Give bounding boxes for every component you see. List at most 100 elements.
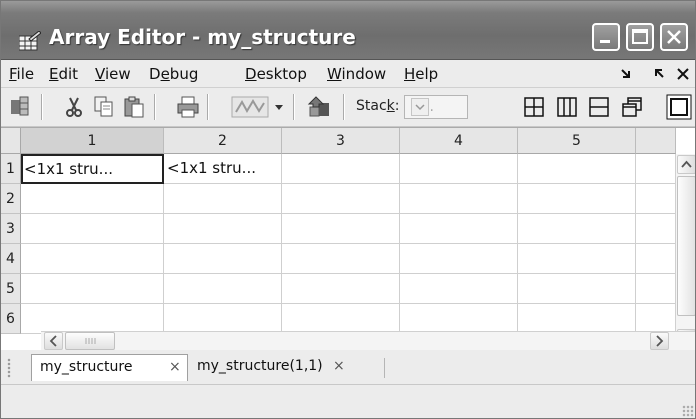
cell-3-1[interactable] bbox=[21, 214, 164, 244]
cell-6-6[interactable] bbox=[636, 304, 676, 334]
cell-4-1[interactable] bbox=[21, 244, 164, 274]
column-header-6[interactable] bbox=[636, 128, 676, 154]
menu-window[interactable]: Window bbox=[327, 65, 386, 83]
tab-separator bbox=[384, 358, 385, 378]
cell-1-4[interactable] bbox=[400, 154, 518, 184]
array-grid: 1 2 3 4 5 1 2 3 4 5 6 <1x1 stru... <1x1 … bbox=[1, 127, 695, 351]
title-bar[interactable]: Array Editor - my_structure bbox=[1, 1, 695, 60]
menu-desktop[interactable]: Desktop bbox=[245, 65, 307, 83]
up-one-level-icon[interactable] bbox=[307, 94, 333, 120]
cell-2-3[interactable] bbox=[282, 184, 400, 214]
close-button[interactable] bbox=[660, 23, 688, 51]
cell-3-4[interactable] bbox=[400, 214, 518, 244]
paste-icon[interactable] bbox=[121, 94, 147, 120]
cell-5-1[interactable] bbox=[21, 274, 164, 304]
maximize-icon[interactable] bbox=[665, 94, 693, 120]
document-tab-bar: my_structure × my_structure(1,1) × bbox=[1, 350, 695, 385]
cell-1-1[interactable]: <1x1 stru... bbox=[21, 154, 164, 184]
undock-icon[interactable] bbox=[619, 66, 633, 85]
cell-1-2[interactable]: <1x1 stru... bbox=[164, 154, 282, 184]
left-right-icon[interactable] bbox=[554, 94, 580, 120]
cell-1-5[interactable] bbox=[518, 154, 636, 184]
tab-close-icon[interactable]: × bbox=[333, 354, 345, 379]
float-icon[interactable] bbox=[619, 94, 645, 120]
column-header-5[interactable]: 5 bbox=[518, 128, 636, 154]
menu-file[interactable]: File bbox=[9, 65, 34, 83]
cell-2-6[interactable] bbox=[636, 184, 676, 214]
cell-1-6[interactable] bbox=[636, 154, 676, 184]
row-header-5[interactable]: 5 bbox=[1, 274, 21, 304]
cell-5-6[interactable] bbox=[636, 274, 676, 304]
cell-2-1[interactable] bbox=[21, 184, 164, 214]
cell-5-3[interactable] bbox=[282, 274, 400, 304]
scroll-up-button[interactable] bbox=[677, 155, 695, 174]
stack-dropdown[interactable]: B... bbox=[404, 95, 468, 119]
chevron-down-icon bbox=[411, 98, 429, 116]
row-header-4[interactable]: 4 bbox=[1, 244, 21, 274]
horizontal-scroll-thumb[interactable] bbox=[65, 332, 115, 350]
minimize-button[interactable] bbox=[592, 23, 620, 51]
cell-4-6[interactable] bbox=[636, 244, 676, 274]
cell-2-2[interactable] bbox=[164, 184, 282, 214]
vertical-scroll-thumb[interactable] bbox=[677, 176, 695, 316]
tile-icon[interactable] bbox=[521, 94, 547, 120]
cell-4-4[interactable] bbox=[400, 244, 518, 274]
vertical-scrollbar[interactable] bbox=[675, 154, 695, 350]
close-icon[interactable] bbox=[676, 66, 690, 85]
maximize-button[interactable] bbox=[626, 23, 654, 51]
cell-6-5[interactable] bbox=[518, 304, 636, 334]
cell-6-3[interactable] bbox=[282, 304, 400, 334]
menu-debug[interactable]: Debug bbox=[149, 65, 198, 83]
row-header-3[interactable]: 3 bbox=[1, 214, 21, 244]
top-bottom-icon[interactable] bbox=[586, 94, 612, 120]
row-header-6[interactable]: 6 bbox=[1, 304, 21, 334]
column-header-4[interactable]: 4 bbox=[400, 128, 518, 154]
import-data-icon[interactable] bbox=[7, 94, 33, 120]
menu-edit[interactable]: Edit bbox=[49, 65, 78, 83]
tab-my-structure[interactable]: my_structure × bbox=[31, 354, 188, 381]
row-header-1[interactable]: 1 bbox=[1, 154, 21, 184]
cell-5-5[interactable] bbox=[518, 274, 636, 304]
cell-6-2[interactable] bbox=[164, 304, 282, 334]
tab-close-icon[interactable]: × bbox=[169, 355, 181, 380]
cell-2-4[interactable] bbox=[400, 184, 518, 214]
column-header-3[interactable]: 3 bbox=[282, 128, 400, 154]
array-editor-icon bbox=[18, 30, 42, 51]
cell-1-3[interactable] bbox=[282, 154, 400, 184]
maximize-icon bbox=[632, 29, 648, 44]
grid-corner[interactable] bbox=[1, 128, 21, 154]
plot-icon[interactable] bbox=[231, 94, 271, 120]
horizontal-scrollbar[interactable] bbox=[41, 331, 695, 350]
scroll-left-button[interactable] bbox=[44, 332, 63, 350]
column-header-1[interactable]: 1 bbox=[21, 128, 164, 154]
copy-icon[interactable] bbox=[91, 94, 117, 120]
scroll-right-button[interactable] bbox=[650, 332, 669, 350]
plot-dropdown-icon[interactable] bbox=[273, 94, 287, 120]
grip-icon bbox=[85, 338, 96, 344]
cell-5-2[interactable] bbox=[164, 274, 282, 304]
column-header-2[interactable]: 2 bbox=[164, 128, 282, 154]
cell-3-6[interactable] bbox=[636, 214, 676, 244]
tab-my-structure-1-1[interactable]: my_structure(1,1) × bbox=[189, 354, 354, 381]
cell-2-5[interactable] bbox=[518, 184, 636, 214]
cell-3-2[interactable] bbox=[164, 214, 282, 244]
cell-6-1[interactable] bbox=[21, 304, 164, 334]
cut-icon[interactable] bbox=[61, 94, 87, 120]
cell-6-4[interactable] bbox=[400, 304, 518, 334]
menu-bar: File Edit View Debug Desktop Window Help bbox=[1, 60, 695, 88]
dock-icon[interactable] bbox=[653, 66, 667, 85]
cell-5-4[interactable] bbox=[400, 274, 518, 304]
cell-4-3[interactable] bbox=[282, 244, 400, 274]
cell-4-5[interactable] bbox=[518, 244, 636, 274]
menu-help[interactable]: Help bbox=[404, 65, 438, 83]
resize-grip-icon[interactable] bbox=[682, 405, 694, 417]
row-header-2[interactable]: 2 bbox=[1, 184, 21, 214]
toolbar-separator bbox=[293, 94, 295, 120]
menu-view[interactable]: View bbox=[95, 65, 131, 83]
cell-3-3[interactable] bbox=[282, 214, 400, 244]
print-icon[interactable] bbox=[175, 94, 201, 120]
stack-label: Stack: bbox=[356, 98, 400, 114]
cell-4-2[interactable] bbox=[164, 244, 282, 274]
toolbar-separator bbox=[343, 94, 345, 120]
cell-3-5[interactable] bbox=[518, 214, 636, 244]
